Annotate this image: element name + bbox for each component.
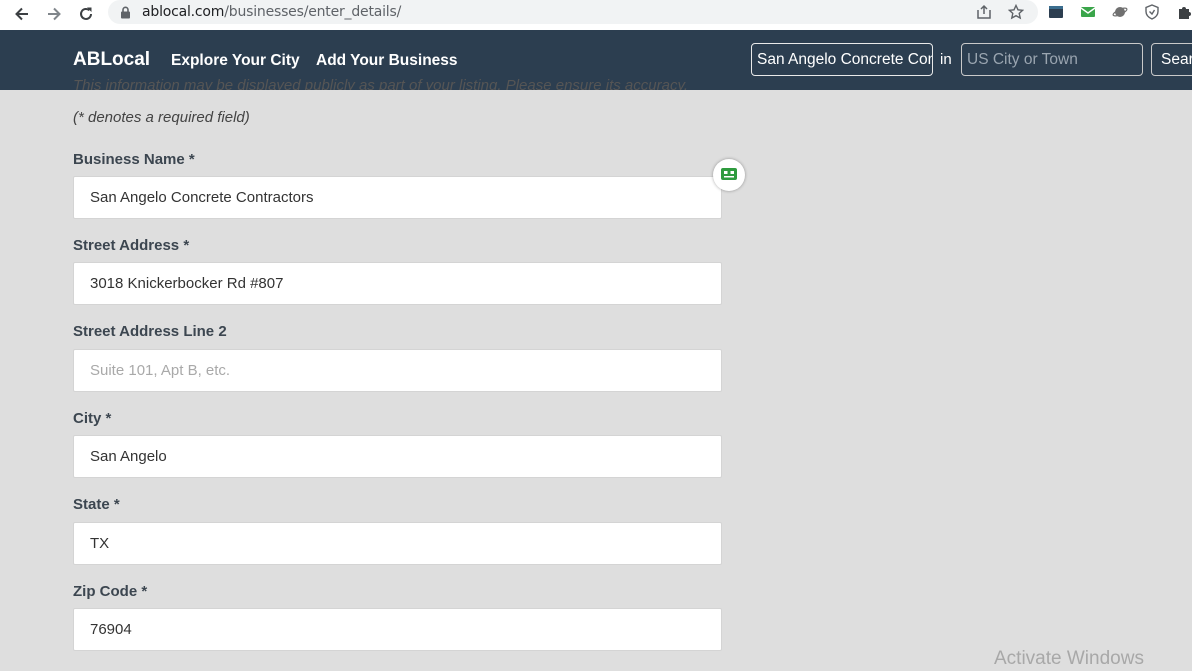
state-label: State * (73, 496, 120, 513)
url-host: ablocal.com (142, 4, 225, 20)
zip-code-label: Zip Code * (73, 583, 148, 600)
back-arrow-icon[interactable] (10, 2, 34, 26)
state-input[interactable] (73, 522, 722, 565)
extension-clapper-icon[interactable] (1047, 3, 1065, 21)
url-path: /businesses/enter_details/ (224, 4, 402, 20)
required-field-note: (* denotes a required field) (73, 109, 250, 126)
url-text[interactable]: ablocal.com/businesses/enter_details/ (142, 4, 401, 20)
extension-shield-icon[interactable] (1143, 3, 1161, 21)
nav-add-your-business[interactable]: Add Your Business (316, 52, 458, 70)
street-address-label: Street Address * (73, 237, 190, 254)
business-name-input[interactable] (73, 176, 722, 219)
city-input[interactable] (73, 435, 722, 478)
street-address-line2-label: Street Address Line 2 (73, 323, 227, 340)
header-search-input[interactable]: San Angelo Concrete Contractors (751, 43, 933, 76)
zip-code-input[interactable] (73, 608, 722, 651)
location-input[interactable]: US City or Town (961, 43, 1143, 76)
browser-toolbar: ablocal.com/businesses/enter_details/ (0, 0, 1192, 30)
street-address-input[interactable] (73, 262, 722, 305)
city-label: City * (73, 410, 112, 427)
puzzle-icon[interactable] (1175, 3, 1192, 21)
brand-logo[interactable]: ABLocal (73, 49, 150, 71)
search-button[interactable]: Search (1151, 43, 1192, 76)
forward-arrow-icon[interactable] (42, 2, 66, 26)
public-info-note: This information may be displayed public… (73, 77, 689, 90)
extension-mail-icon[interactable] (1079, 3, 1097, 21)
bookmark-star-icon[interactable] (1007, 3, 1025, 21)
reload-icon[interactable] (74, 2, 98, 26)
in-label: in (940, 51, 952, 68)
lock-icon[interactable] (120, 6, 131, 24)
extension-planet-icon[interactable] (1111, 3, 1129, 21)
activate-windows-watermark: Activate Windows (994, 648, 1144, 669)
share-icon[interactable] (975, 3, 993, 21)
password-helper-icon[interactable] (713, 159, 745, 191)
business-name-label: Business Name * (73, 151, 195, 168)
street-address-line2-input[interactable] (73, 349, 722, 392)
nav-explore-your-city[interactable]: Explore Your City (171, 52, 300, 70)
